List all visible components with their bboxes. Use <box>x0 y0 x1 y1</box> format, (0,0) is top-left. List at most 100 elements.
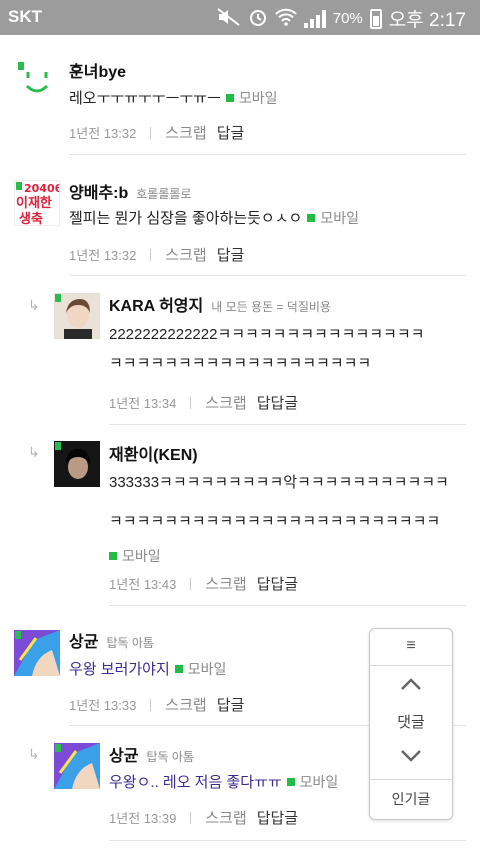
separator <box>190 577 192 590</box>
separator <box>190 811 192 824</box>
timestamp: 1년전 13:39 <box>109 811 177 826</box>
scrap-button[interactable]: 스크랩 <box>165 244 206 265</box>
divider <box>69 275 466 276</box>
comments-jump-button[interactable]: 댓글 <box>370 711 452 732</box>
mobile-dot-icon <box>174 665 183 673</box>
author-name[interactable]: 훈녀bye <box>69 64 126 81</box>
comment-meta: 1년전 13:43 스크랩 답답글 <box>109 573 298 594</box>
reply-arrow-icon: ↳ <box>28 444 40 460</box>
comment-body: 레오ㅜㅜㅠㅜㅜㅡㅜㅠㅡ <box>69 90 221 107</box>
mobile-dot-icon <box>307 214 316 222</box>
comment-body: 우왕 보러가야지 <box>69 661 170 678</box>
comment-text: 333333ㅋㅋㅋㅋㅋㅋㅋㅋㅋ악ㅋㅋㅋㅋㅋㅋㅋㅋㅋㅋㅋ ㅋㅋㅋㅋㅋㅋㅋㅋㅋㅋㅋㅋ… <box>109 468 449 571</box>
comment-meta: 1년전 13:34 스크랩 답답글 <box>109 392 298 413</box>
mobile-label: 모바일 <box>122 548 161 564</box>
author-name[interactable]: 재환이(KEN) <box>109 447 198 464</box>
separator <box>150 248 152 261</box>
floating-nav-panel: ≡ 댓글 인기글 <box>369 628 453 820</box>
menu-icon[interactable]: ≡ <box>370 637 452 655</box>
author-name[interactable]: KARA 허영지 <box>109 298 203 315</box>
mobile-label: 모바일 <box>238 90 278 106</box>
battery-percent: 70% <box>332 10 363 27</box>
status-bar: SKT 70% 오후 2:17 <box>0 0 480 35</box>
popular-posts-button[interactable]: 인기글 <box>370 789 452 809</box>
avatar[interactable] <box>54 293 100 339</box>
mobile-badge: 모바일 <box>302 210 359 226</box>
chevron-down-icon <box>401 750 421 762</box>
carrier-label: SKT <box>8 7 42 26</box>
comment-meta: 1년전 13:33 스크랩 답글 <box>69 694 244 715</box>
mobile-dot-icon <box>286 778 295 786</box>
mobile-dot-icon <box>225 94 234 102</box>
mobile-label: 모바일 <box>320 210 359 226</box>
chevron-up-icon <box>401 678 421 690</box>
avatar[interactable] <box>14 630 60 676</box>
author-name[interactable]: 상균 <box>109 748 138 765</box>
avatar-text: 이재한 <box>16 195 52 211</box>
scroll-up-button[interactable] <box>370 677 452 696</box>
mute-icon <box>217 7 241 30</box>
timestamp: 1년전 13:32 <box>69 126 137 141</box>
divider <box>109 605 466 606</box>
divider <box>109 840 466 841</box>
author-subtitle: 탑독 아톰 <box>106 636 154 650</box>
timestamp: 1년전 13:34 <box>109 396 177 411</box>
reply-arrow-icon: ↳ <box>28 746 40 762</box>
separator <box>150 698 152 711</box>
avatar[interactable] <box>54 743 100 789</box>
mobile-badge: 모바일 <box>170 661 227 677</box>
scrap-button[interactable]: 스크랩 <box>165 122 206 143</box>
mobile-dot-icon <box>109 552 117 560</box>
author-subtitle: 호롤롤롤로 <box>136 187 192 201</box>
author-name[interactable]: 상균 <box>69 634 98 651</box>
author-name[interactable]: 양배추:b <box>69 185 128 202</box>
signal-icon <box>303 9 326 28</box>
reply-button[interactable]: 답답글 <box>257 392 298 413</box>
comment-body-line: 333333ㅋㅋㅋㅋㅋㅋㅋㅋㅋ악ㅋㅋㅋㅋㅋㅋㅋㅋㅋㅋㅋ <box>109 474 449 491</box>
reply-button[interactable]: 답답글 <box>257 573 298 594</box>
mobile-label: 모바일 <box>299 774 339 790</box>
comment-body-line: ㅋㅋㅋㅋㅋㅋㅋㅋㅋㅋㅋㅋㅋㅋㅋㅋㅋㅋㅋㅋㅋㅋㅋㅋ <box>109 513 441 530</box>
separator <box>190 396 192 409</box>
timestamp: 1년전 13:32 <box>69 248 137 263</box>
comment-text: 우왕ㅇ.. 레오 저음 좋다ㅠㅠ 모바일 <box>109 768 338 797</box>
reply-button[interactable]: 답글 <box>217 694 245 715</box>
reply-button[interactable]: 답글 <box>217 122 245 143</box>
separator <box>150 126 152 139</box>
author-subtitle: 탑독 아톰 <box>146 750 194 764</box>
reply-button[interactable]: 답글 <box>217 244 245 265</box>
mobile-label: 모바일 <box>187 661 227 677</box>
alarm-icon <box>248 7 268 31</box>
timestamp: 1년전 13:43 <box>109 577 177 592</box>
divider <box>109 424 466 425</box>
scrap-button[interactable]: 스크랩 <box>205 807 246 828</box>
comment-text: 젤피는 뭔가 심장을 좋아하는듯ㅇㅅㅇ 모바일 <box>69 204 359 233</box>
status-icons: 70% 오후 2:17 <box>217 5 466 32</box>
comment-text: 2222222222222ㅋㅋㅋㅋㅋㅋㅋㅋㅋㅋㅋㅋㅋㅋㅋ ㅋㅋㅋㅋㅋㅋㅋㅋㅋㅋㅋ… <box>109 320 424 378</box>
panel-divider <box>370 665 452 666</box>
reply-button[interactable]: 답답글 <box>257 807 298 828</box>
comment-body: 젤피는 뭔가 심장을 좋아하는듯ㅇㅅㅇ <box>69 210 303 227</box>
scrap-button[interactable]: 스크랩 <box>205 392 246 413</box>
divider <box>69 154 466 155</box>
timestamp: 1년전 13:33 <box>69 698 137 713</box>
scroll-down-button[interactable] <box>370 749 452 768</box>
author-subtitle: 내 모든 용돈 = 덕질비용 <box>211 300 331 314</box>
avatar[interactable]: 20406 이재한 생축 <box>14 180 60 226</box>
avatar[interactable] <box>14 58 60 104</box>
scrap-button[interactable]: 스크랩 <box>205 573 246 594</box>
comment-meta: 1년전 13:32 스크랩 답글 <box>69 122 244 143</box>
avatar[interactable] <box>54 441 100 487</box>
comment-body-line: 2222222222222ㅋㅋㅋㅋㅋㅋㅋㅋㅋㅋㅋㅋㅋㅋㅋ <box>109 326 425 343</box>
comment-body: 우왕ㅇ.. 레오 저음 좋다ㅠㅠ <box>109 774 282 791</box>
comment-meta: 1년전 13:32 스크랩 답글 <box>69 244 244 265</box>
battery-icon <box>369 8 382 29</box>
mobile-badge: 모바일 <box>282 774 339 790</box>
comment-body-line: ㅋㅋㅋㅋㅋㅋㅋㅋㅋㅋㅋㅋㅋㅋㅋㅋㅋㅋㅋ <box>109 355 372 372</box>
avatar-text: 생축 <box>19 211 43 226</box>
scrap-button[interactable]: 스크랩 <box>165 694 206 715</box>
mobile-badge: 모바일 <box>221 90 278 106</box>
avatar-text: 20406 <box>24 182 60 195</box>
comment-meta: 1년전 13:39 스크랩 답답글 <box>109 807 298 828</box>
wifi-icon <box>275 8 297 30</box>
